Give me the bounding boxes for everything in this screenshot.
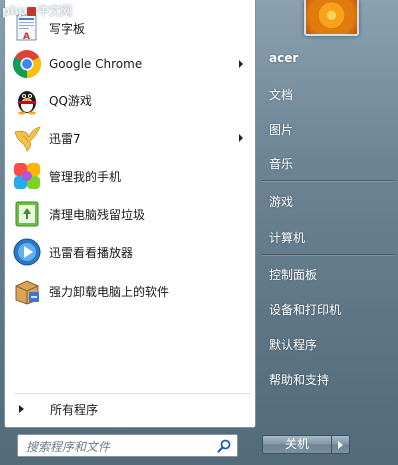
app-label: QQ游戏 bbox=[49, 93, 92, 108]
arrow-right-icon bbox=[19, 405, 24, 413]
watermark-logo-icon bbox=[27, 7, 37, 16]
app-label: 强力卸载电脑上的软件 bbox=[49, 284, 170, 299]
app-label: Google Chrome bbox=[49, 57, 143, 71]
right-divider bbox=[262, 254, 394, 255]
shutdown-options-button[interactable] bbox=[332, 435, 350, 454]
uninstall-box-icon bbox=[11, 275, 43, 307]
app-label: 迅雷看看播放器 bbox=[49, 245, 134, 260]
right-item-devices-printers[interactable]: 设备和打印机 bbox=[269, 301, 341, 318]
right-divider bbox=[262, 180, 394, 181]
app-item-google-chrome[interactable]: Google Chrome bbox=[7, 46, 253, 82]
watermark-text: 中文网 bbox=[37, 4, 72, 18]
app-label: 迅雷7 bbox=[49, 131, 81, 146]
thunder-bird-icon bbox=[11, 122, 43, 154]
app-label: 清理电脑残留垃圾 bbox=[49, 207, 146, 222]
shutdown-button[interactable]: 关机 bbox=[262, 435, 332, 454]
right-item-user[interactable]: acer bbox=[269, 51, 298, 65]
user-avatar-flower[interactable] bbox=[304, 0, 359, 36]
colorful-flower-icon bbox=[11, 160, 43, 192]
search-placeholder: 搜索程序和文件 bbox=[26, 440, 111, 454]
recycle-bin-icon bbox=[11, 198, 43, 230]
arrow-right-icon bbox=[338, 440, 343, 449]
submenu-arrow-icon[interactable] bbox=[239, 134, 243, 142]
app-label: 管理我的手机 bbox=[49, 169, 122, 184]
right-item-computer[interactable]: 计算机 bbox=[269, 229, 305, 246]
search-input[interactable]: 搜索程序和文件 bbox=[17, 434, 238, 457]
right-item-control-panel[interactable]: 控制面板 bbox=[269, 266, 317, 283]
right-item-help-support[interactable]: 帮助和支持 bbox=[269, 371, 329, 388]
play-circle-icon bbox=[11, 236, 43, 268]
right-item-documents[interactable]: 文档 bbox=[269, 86, 293, 103]
submenu-arrow-icon[interactable] bbox=[239, 60, 243, 68]
all-programs-button[interactable]: 所有程序 bbox=[13, 398, 251, 420]
programs-pane: A 写字板 Google Chrome QQ游戏 迅雷7 管理我的手机 清理电脑… bbox=[4, 0, 256, 428]
all-programs-label: 所有程序 bbox=[50, 402, 99, 417]
right-item-default-programs[interactable]: 默认程序 bbox=[269, 336, 317, 353]
app-item-manage-phone[interactable]: 管理我的手机 bbox=[7, 158, 253, 194]
divider bbox=[15, 393, 251, 394]
search-icon[interactable] bbox=[217, 439, 231, 453]
right-item-games[interactable]: 游戏 bbox=[269, 193, 293, 210]
qq-penguin-icon bbox=[11, 84, 43, 116]
watermark-prefix: php bbox=[2, 4, 27, 18]
app-item-thunder-7[interactable]: 迅雷7 bbox=[7, 120, 253, 156]
right-item-pictures[interactable]: 图片 bbox=[269, 121, 293, 138]
start-menu: php 中文网 A 写字板 Google Chrome QQ游戏 迅雷7 管理我… bbox=[0, 0, 398, 465]
app-item-qq-game[interactable]: QQ游戏 bbox=[7, 82, 253, 118]
svg-text:A: A bbox=[23, 32, 30, 42]
chrome-icon bbox=[11, 48, 43, 80]
right-item-music[interactable]: 音乐 bbox=[269, 155, 293, 172]
app-item-clean-junk[interactable]: 清理电脑残留垃圾 bbox=[7, 196, 253, 232]
app-label: 写字板 bbox=[49, 21, 86, 36]
watermark: php 中文网 bbox=[2, 2, 72, 19]
app-item-force-uninstall[interactable]: 强力卸载电脑上的软件 bbox=[7, 273, 253, 309]
app-item-kankan-player[interactable]: 迅雷看看播放器 bbox=[7, 234, 253, 270]
